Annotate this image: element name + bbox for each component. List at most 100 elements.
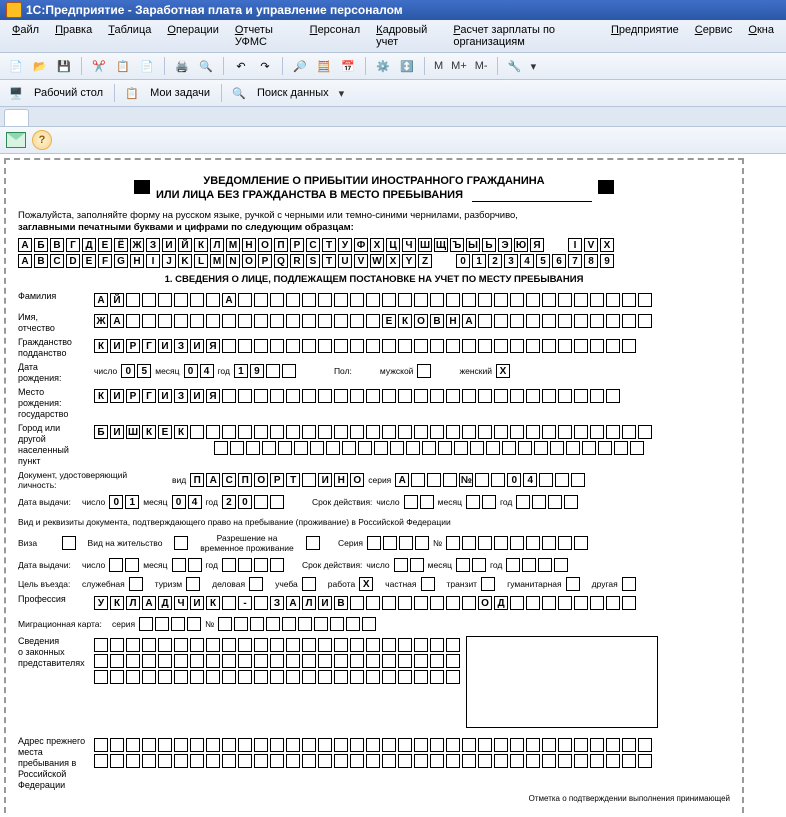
cell[interactable] xyxy=(414,425,428,439)
cell[interactable] xyxy=(398,293,412,307)
cell[interactable] xyxy=(254,389,268,403)
cell[interactable] xyxy=(238,738,252,752)
tasks-icon[interactable]: 📋 xyxy=(122,83,142,103)
cell[interactable] xyxy=(542,389,556,403)
cell[interactable] xyxy=(250,617,264,631)
cell[interactable] xyxy=(350,738,364,752)
cell[interactable] xyxy=(398,738,412,752)
cell[interactable]: Р xyxy=(126,389,140,403)
cell[interactable] xyxy=(302,389,316,403)
cell[interactable] xyxy=(172,558,186,572)
cell[interactable]: Л xyxy=(302,596,316,610)
checkbox-purpose-1[interactable] xyxy=(186,577,200,591)
cell[interactable] xyxy=(302,425,316,439)
cell[interactable]: 4 xyxy=(523,473,537,487)
cell[interactable] xyxy=(174,738,188,752)
cell[interactable]: - xyxy=(238,596,252,610)
cell[interactable] xyxy=(478,425,492,439)
cell[interactable] xyxy=(558,425,572,439)
cell[interactable] xyxy=(350,670,364,684)
cell[interactable] xyxy=(302,638,316,652)
cell[interactable] xyxy=(254,558,268,572)
paste-icon[interactable]: 📄 xyxy=(137,56,157,76)
cell[interactable] xyxy=(366,754,380,768)
cell[interactable] xyxy=(538,558,552,572)
cell[interactable] xyxy=(482,495,496,509)
cell[interactable] xyxy=(270,754,284,768)
cell[interactable] xyxy=(302,738,316,752)
cell[interactable] xyxy=(382,738,396,752)
redo-icon[interactable]: ↷ xyxy=(255,56,275,76)
cell[interactable] xyxy=(222,389,236,403)
cell[interactable] xyxy=(446,425,460,439)
cell[interactable]: А xyxy=(110,314,124,328)
cell[interactable] xyxy=(590,339,604,353)
cell[interactable] xyxy=(558,536,572,550)
cell[interactable] xyxy=(254,425,268,439)
cell[interactable] xyxy=(334,638,348,652)
cell[interactable] xyxy=(456,558,470,572)
cell[interactable] xyxy=(190,314,204,328)
cell[interactable] xyxy=(190,425,204,439)
cell[interactable] xyxy=(318,314,332,328)
cell[interactable]: Й xyxy=(110,293,124,307)
cell[interactable] xyxy=(554,558,568,572)
settings-icon[interactable]: 🔧 xyxy=(505,56,525,76)
cell[interactable] xyxy=(350,293,364,307)
cell[interactable] xyxy=(472,558,486,572)
cell[interactable] xyxy=(598,441,612,455)
cell[interactable] xyxy=(622,754,636,768)
open-icon[interactable]: 📂 xyxy=(30,56,50,76)
menu-операции[interactable]: Операции xyxy=(161,22,224,50)
cell[interactable] xyxy=(158,314,172,328)
cell[interactable]: П xyxy=(190,473,204,487)
cell[interactable] xyxy=(222,654,236,668)
cell[interactable] xyxy=(298,617,312,631)
cell[interactable] xyxy=(398,754,412,768)
cell[interactable] xyxy=(558,738,572,752)
cell[interactable] xyxy=(443,473,457,487)
cell[interactable] xyxy=(398,670,412,684)
cell[interactable] xyxy=(190,754,204,768)
menu-таблица[interactable]: Таблица xyxy=(102,22,157,50)
cell[interactable] xyxy=(158,738,172,752)
cell[interactable] xyxy=(486,441,500,455)
cell[interactable]: П xyxy=(238,473,252,487)
memory-m[interactable]: M xyxy=(432,60,445,72)
cell[interactable] xyxy=(206,638,220,652)
cell[interactable] xyxy=(446,596,460,610)
cell[interactable] xyxy=(222,425,236,439)
cell[interactable] xyxy=(94,638,108,652)
cell[interactable] xyxy=(270,670,284,684)
cell[interactable] xyxy=(366,339,380,353)
cell[interactable] xyxy=(470,441,484,455)
cell[interactable]: Е xyxy=(158,425,172,439)
cell[interactable] xyxy=(478,293,492,307)
cell[interactable]: Н xyxy=(446,314,460,328)
cell[interactable]: О xyxy=(478,596,492,610)
cell[interactable] xyxy=(286,654,300,668)
cell[interactable] xyxy=(542,339,556,353)
cell[interactable]: И xyxy=(110,339,124,353)
cell[interactable] xyxy=(510,738,524,752)
cell[interactable]: 0 xyxy=(121,364,135,378)
cell[interactable] xyxy=(158,654,172,668)
cell[interactable] xyxy=(278,441,292,455)
cell[interactable] xyxy=(222,558,236,572)
cell[interactable] xyxy=(414,596,428,610)
cell[interactable]: К xyxy=(398,314,412,328)
cell[interactable] xyxy=(606,754,620,768)
cell[interactable] xyxy=(206,670,220,684)
cell[interactable] xyxy=(430,738,444,752)
cell[interactable]: 2 xyxy=(222,495,236,509)
cell[interactable] xyxy=(358,441,372,455)
cell[interactable]: А xyxy=(395,473,409,487)
checkbox-purpose-7[interactable] xyxy=(566,577,580,591)
cell[interactable] xyxy=(382,425,396,439)
checkbox-purpose-4[interactable]: X xyxy=(359,577,373,591)
cell[interactable] xyxy=(222,670,236,684)
cell[interactable] xyxy=(366,425,380,439)
cell[interactable] xyxy=(374,441,388,455)
cell[interactable] xyxy=(478,389,492,403)
cell[interactable]: 4 xyxy=(200,364,214,378)
